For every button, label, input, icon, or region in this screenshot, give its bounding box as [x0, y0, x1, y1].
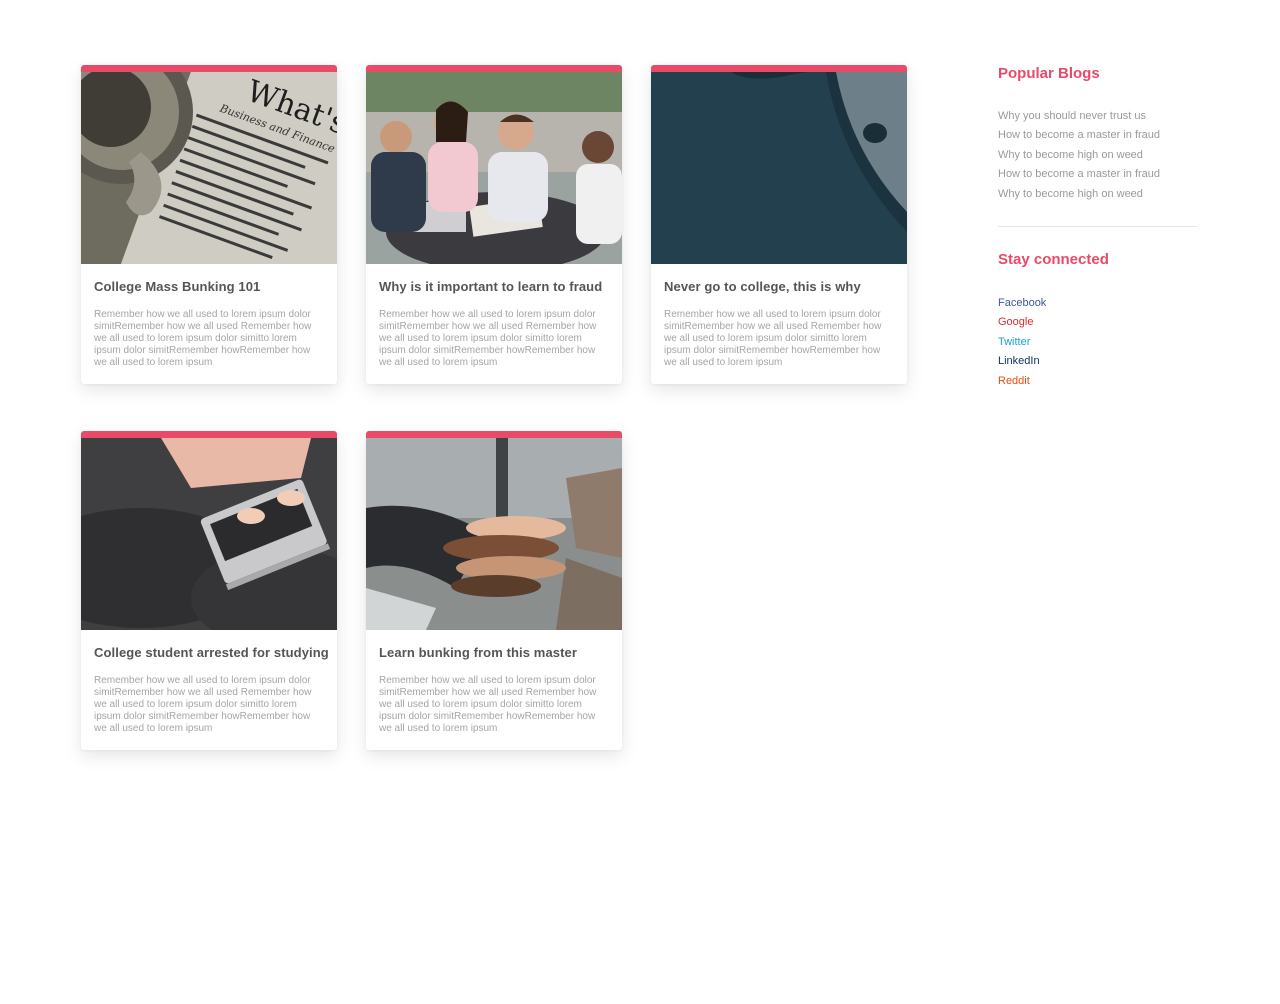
popular-blog-link[interactable]: How to become a master in fraud — [998, 165, 1198, 184]
facebook-link[interactable]: Facebook — [998, 294, 1198, 313]
card-excerpt: Remember how we all used to lorem ipsum … — [379, 309, 597, 368]
blog-card[interactable]: Learn bunking from this master Remember … — [366, 431, 622, 750]
popular-blog-link[interactable]: Why to become high on weed — [998, 146, 1198, 165]
sidebar: Popular Blogs Why you should never trust… — [998, 65, 1198, 391]
card-excerpt: Remember how we all used to lorem ipsum … — [379, 675, 597, 734]
blog-card[interactable]: Never go to college, this is why Remembe… — [651, 65, 907, 384]
card-excerpt: Remember how we all used to lorem ipsum … — [94, 309, 312, 368]
card-title[interactable]: College student arrested for studying — [94, 645, 329, 660]
card-title[interactable]: Never go to college, this is why — [664, 279, 894, 294]
stacked-hands-image[interactable] — [366, 438, 622, 630]
reddit-link[interactable]: Reddit — [998, 372, 1198, 391]
newspaper-coffee-image[interactable]: What's N Business and Finance — [81, 72, 337, 264]
social-links-list: Facebook Google Twitter LinkedIn Reddit — [998, 294, 1198, 391]
card-accent-bar — [366, 65, 622, 72]
abstract-illustration-image[interactable] — [651, 72, 907, 264]
linkedin-link[interactable]: LinkedIn — [998, 352, 1198, 371]
sidebar-divider — [998, 226, 1197, 228]
blog-card[interactable]: Why is it important to learn to fraud Re… — [366, 65, 622, 384]
card-accent-bar — [81, 431, 337, 438]
popular-blog-link[interactable]: Why to become high on weed — [998, 185, 1198, 204]
card-excerpt: Remember how we all used to lorem ipsum … — [94, 675, 312, 734]
card-excerpt: Remember how we all used to lorem ipsum … — [664, 309, 882, 368]
students-table-image[interactable] — [366, 72, 622, 264]
page: What's N Business and Finance College Ma… — [0, 0, 1280, 1004]
popular-blogs-heading: Popular Blogs — [998, 65, 1100, 82]
card-title[interactable]: Learn bunking from this master — [379, 645, 609, 660]
twitter-link[interactable]: Twitter — [998, 333, 1198, 352]
card-accent-bar — [81, 65, 337, 72]
stay-connected-heading: Stay connected — [998, 251, 1109, 269]
google-link[interactable]: Google — [998, 313, 1198, 332]
card-title[interactable]: College Mass Bunking 101 — [94, 279, 324, 294]
blog-card[interactable]: What's N Business and Finance College Ma… — [81, 65, 337, 384]
laptop-typing-image[interactable] — [81, 438, 337, 630]
popular-blogs-list: Why you should never trust us How to bec… — [998, 107, 1198, 204]
popular-blog-link[interactable]: How to become a master in fraud — [998, 126, 1198, 145]
card-accent-bar — [366, 431, 622, 438]
popular-blog-link[interactable]: Why you should never trust us — [998, 107, 1198, 126]
card-title[interactable]: Why is it important to learn to fraud — [379, 279, 609, 294]
card-accent-bar — [651, 65, 907, 72]
blog-card[interactable]: College student arrested for studying Re… — [81, 431, 337, 750]
